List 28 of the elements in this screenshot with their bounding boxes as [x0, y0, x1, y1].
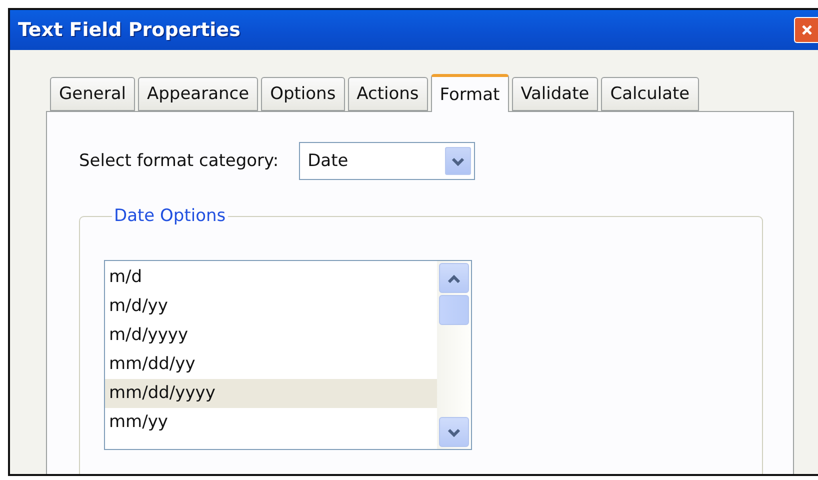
tab[interactable]: Appearance [138, 77, 258, 111]
scrollbar[interactable] [437, 261, 471, 449]
chevron-down-icon [447, 428, 461, 436]
close-icon [800, 24, 812, 36]
list-item[interactable]: mm/dd/yyyy [105, 379, 437, 408]
category-dropdown[interactable]: Date [298, 142, 475, 180]
close-button[interactable] [794, 17, 818, 43]
group-legend: Date Options [112, 206, 228, 226]
tab[interactable]: Calculate [601, 77, 699, 111]
list-item[interactable]: mm/yy [105, 408, 437, 437]
tab[interactable]: Validate [512, 77, 598, 111]
tab[interactable]: Options [261, 77, 345, 111]
dropdown-button[interactable] [444, 147, 471, 175]
scroll-down-button[interactable] [439, 417, 469, 447]
field-label: Select format category: [79, 151, 279, 171]
tab[interactable]: Actions [348, 77, 428, 111]
list-item[interactable]: m/d/yy [105, 292, 437, 321]
window-title: Text Field Properties [18, 19, 240, 41]
list-item[interactable]: m/d [105, 263, 437, 292]
list-box[interactable]: m/d m/d/yy m/d/yyyy mm/dd/yy mm/dd/yyyy mm/yy [104, 260, 472, 450]
tab[interactable]: Format [430, 74, 509, 112]
chevron-up-icon [447, 274, 461, 282]
list-item[interactable]: m/d/yyyy [105, 321, 437, 350]
tab[interactable]: General [50, 77, 135, 111]
scroll-up-button[interactable] [439, 263, 469, 293]
scroll-thumb[interactable] [439, 295, 469, 325]
chevron-down-icon [450, 156, 465, 166]
list-item[interactable]: mm/dd/yy [105, 350, 437, 379]
